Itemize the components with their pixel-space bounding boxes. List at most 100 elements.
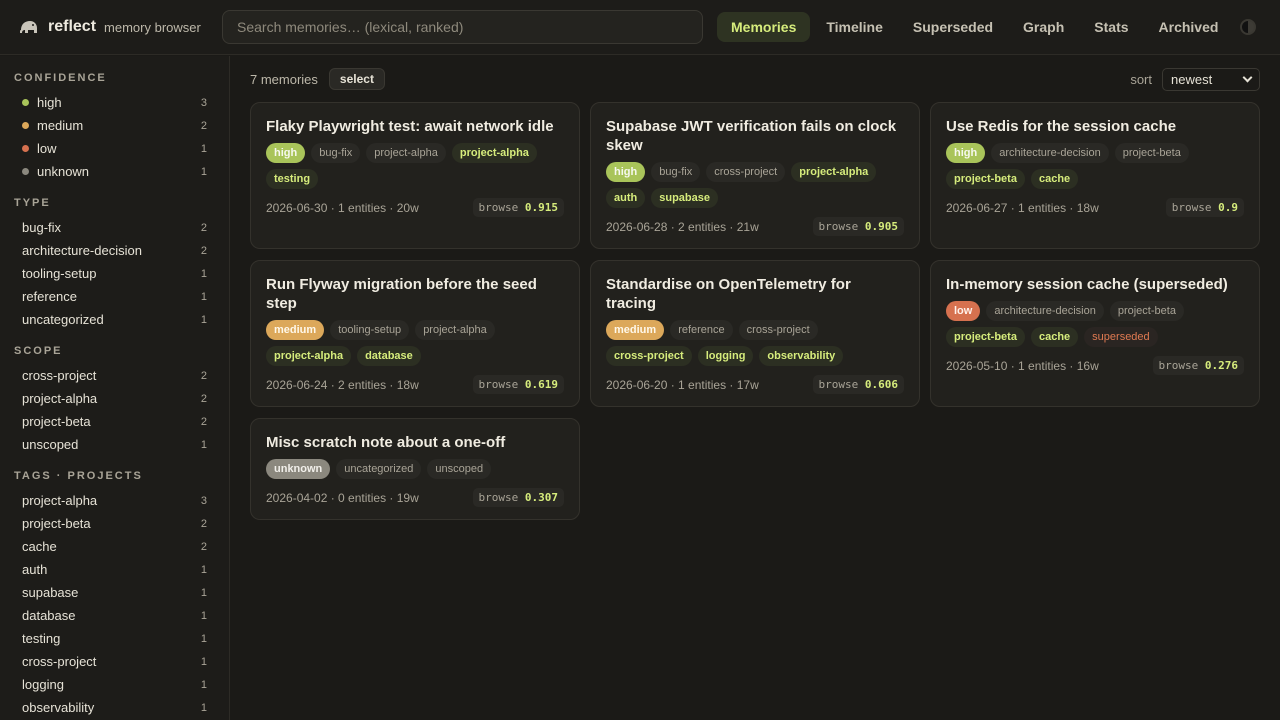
sidebar-item-confidence-high[interactable]: high 3 [14, 91, 229, 114]
tag-chip[interactable]: tooling-setup [330, 320, 410, 340]
sidebar-item-scope-project-beta[interactable]: project-beta 2 [14, 410, 229, 433]
tag-chip[interactable]: testing [266, 169, 319, 189]
sidebar-item-tags-project-alpha[interactable]: project-alpha 3 [14, 489, 229, 512]
sidebar-item-scope-project-alpha[interactable]: project-alpha 2 [14, 387, 229, 410]
tab-timeline[interactable]: Timeline [812, 12, 897, 42]
sidebar-item-label-wrap: uncategorized [22, 312, 104, 327]
sidebar-item-confidence-low[interactable]: low 1 [14, 137, 229, 160]
memory-grid: Flaky Playwright test: await network idl… [250, 102, 1260, 520]
contrast-icon[interactable] [1240, 19, 1256, 35]
brand[interactable]: reflect memory browser [18, 16, 222, 38]
main-nav: Memories Timeline Superseded Graph Stats… [717, 12, 1234, 42]
tag-chip[interactable]: database [357, 346, 421, 366]
tag-chip[interactable]: bug-fix [651, 162, 701, 182]
tag-chip[interactable]: project-alpha [415, 320, 495, 340]
sidebar-item-type-tooling-setup[interactable]: tooling-setup 1 [14, 262, 229, 285]
sidebar-item-tags-supabase[interactable]: supabase 1 [14, 581, 229, 604]
tag-chip[interactable]: project-alpha [366, 143, 446, 163]
tag-chip[interactable]: project-beta [1114, 143, 1189, 163]
sidebar-item-tags-testing[interactable]: testing 1 [14, 627, 229, 650]
tag-list: high bug-fix cross-project project-alpha aut… [606, 162, 904, 208]
tag-chip[interactable]: cross-project [606, 346, 692, 366]
tag-chip[interactable]: medium [606, 320, 665, 340]
sidebar-item-label-wrap: cross-project [22, 654, 96, 669]
card-footer: 2026-06-28 · 2 entities · 21w browse 0.90… [606, 217, 904, 236]
sidebar-item-label: low [37, 141, 57, 156]
tab-archived[interactable]: Archived [1145, 12, 1233, 42]
memory-card[interactable]: Flaky Playwright test: await network idl… [250, 102, 580, 249]
sidebar-item-type-architecture-decision[interactable]: architecture-decision 2 [14, 239, 229, 262]
score-value: 0.619 [524, 378, 558, 391]
tag-chip[interactable]: bug-fix [311, 143, 361, 163]
sidebar-item-type-bug-fix[interactable]: bug-fix 2 [14, 216, 229, 239]
sidebar-item-type-uncategorized[interactable]: uncategorized 1 [14, 308, 229, 331]
tag-chip[interactable]: uncategorized [336, 459, 422, 479]
tab-stats[interactable]: Stats [1080, 12, 1142, 42]
tag-chip[interactable]: architecture-decision [986, 301, 1104, 321]
tag-chip[interactable]: logging [697, 346, 754, 366]
sidebar-item-tags-project-beta[interactable]: project-beta 2 [14, 512, 229, 535]
sidebar-item-tags-logging[interactable]: logging 1 [14, 673, 229, 696]
tag-chip[interactable]: project-beta [1109, 301, 1184, 321]
sidebar-item-label: project-beta [22, 516, 91, 531]
tag-chip[interactable]: cross-project [738, 320, 818, 340]
sidebar-item-label: reference [22, 289, 77, 304]
sidebar-item-tags-cache[interactable]: cache 2 [14, 535, 229, 558]
memory-card[interactable]: Supabase JWT verification fails on clock… [590, 102, 920, 249]
sidebar-item-type-reference[interactable]: reference 1 [14, 285, 229, 308]
tag-chip[interactable]: project-alpha [791, 162, 877, 182]
sidebar-item-tags-database[interactable]: database 1 [14, 604, 229, 627]
tag-chip[interactable]: cache [1030, 169, 1079, 189]
sidebar-item-confidence-medium[interactable]: medium 2 [14, 114, 229, 137]
tag-chip[interactable]: project-alpha [451, 143, 537, 163]
score-label: browse [478, 378, 519, 391]
tag-chip[interactable]: reference [670, 320, 733, 340]
tag-chip[interactable]: unknown [266, 459, 331, 479]
tag-chip[interactable]: architecture-decision [991, 143, 1109, 163]
tag-chip[interactable]: cross-project [706, 162, 786, 182]
sidebar-item-tags-cross-project[interactable]: cross-project 1 [14, 650, 229, 673]
tag-chip[interactable]: superseded [1084, 327, 1158, 347]
tag-chip[interactable]: supabase [651, 188, 718, 208]
sidebar-item-label-wrap: logging [22, 677, 64, 692]
memory-meta: 2026-06-28 · 2 entities · 21w [606, 219, 759, 234]
tag-chip[interactable]: project-beta [946, 169, 1025, 189]
tag-chip[interactable]: auth [606, 188, 646, 208]
sort-select[interactable]: newest [1162, 67, 1260, 91]
sidebar-item-count: 3 [200, 96, 207, 109]
tag-chip[interactable]: unscoped [427, 459, 492, 479]
tab-graph[interactable]: Graph [1009, 12, 1078, 42]
select-button[interactable]: select [328, 68, 385, 90]
memory-card[interactable]: Use Redis for the session cache high archi… [930, 102, 1260, 249]
tag-chip[interactable]: low [946, 301, 981, 321]
memory-meta: 2026-05-10 · 1 entities · 16w [946, 358, 1099, 373]
sidebar-item-tags-auth[interactable]: auth 1 [14, 558, 229, 581]
memory-card[interactable]: Standardise on OpenTelemetry for tracing… [590, 260, 920, 407]
tag-list: high bug-fix project-alpha project-alpha tes… [266, 143, 564, 189]
sidebar-item-scope-unscoped[interactable]: unscoped 1 [14, 433, 229, 456]
search-input[interactable] [222, 10, 703, 44]
sidebar-item-scope-cross-project[interactable]: cross-project 2 [14, 364, 229, 387]
tag-chip[interactable]: high [266, 143, 306, 163]
sidebar-item-label-wrap: auth [22, 562, 47, 577]
tag-chip[interactable]: observability [759, 346, 844, 366]
tag-chip[interactable]: project-alpha [266, 346, 352, 366]
sidebar-item-confidence-unknown[interactable]: unknown 1 [14, 160, 229, 183]
tab-superseded[interactable]: Superseded [899, 12, 1007, 42]
sidebar-item-label: project-beta [22, 414, 91, 429]
sidebar-item-tags-observability[interactable]: observability 1 [14, 696, 229, 719]
tag-chip[interactable]: cache [1030, 327, 1079, 347]
memory-card[interactable]: In-memory session cache (superseded) low a… [930, 260, 1260, 407]
tag-chip[interactable]: high [606, 162, 646, 182]
memory-card[interactable]: Run Flyway migration before the seed ste… [250, 260, 580, 407]
memory-card[interactable]: Misc scratch note about a one-off unknown… [250, 418, 580, 520]
top-bar: reflect memory browser Memories Timeline… [0, 0, 1280, 55]
tag-chip[interactable]: project-beta [946, 327, 1025, 347]
card-footer: 2026-06-24 · 2 entities · 18w browse 0.61… [266, 375, 564, 394]
sidebar-item-label: unscoped [22, 437, 79, 452]
tag-chip[interactable]: medium [266, 320, 325, 340]
score-badge: browse 0.915 [472, 198, 564, 217]
tab-memories[interactable]: Memories [717, 12, 811, 42]
sidebar-item-count: 2 [200, 369, 207, 382]
tag-chip[interactable]: high [946, 143, 986, 163]
